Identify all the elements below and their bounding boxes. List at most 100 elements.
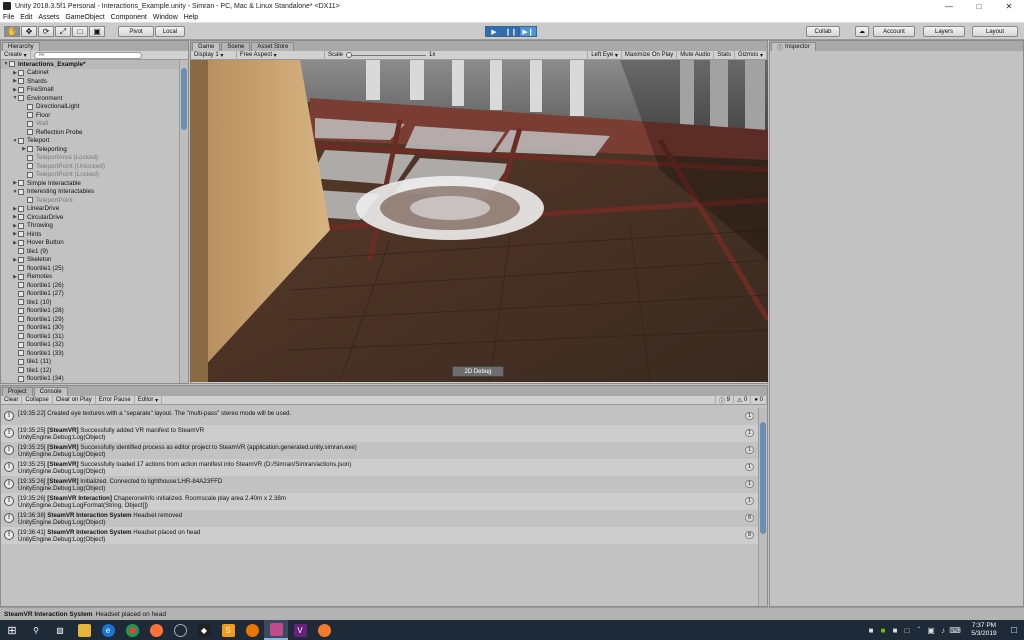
gizmos-dropdown[interactable]: Gizmos ▾ (735, 50, 767, 60)
search-icon[interactable]: ⚲ (24, 620, 48, 640)
console-scrollbar[interactable] (758, 408, 767, 606)
hierarchy-item[interactable]: TeleportArea (Locked) (1, 154, 179, 163)
unity-icon[interactable]: ◆ (192, 620, 216, 640)
hierarchy-item[interactable]: ▶ CircularDrive (1, 213, 179, 222)
tab-inspector[interactable]: ⓘ Inspector (771, 42, 816, 52)
rect-tool-icon[interactable]: □ (72, 26, 88, 37)
console-log-entry[interactable]: ! [19:35:22] Created eye textures with a … (1, 408, 758, 425)
unity-active-icon[interactable] (264, 620, 288, 640)
tray-display-icon[interactable]: ▣ (926, 620, 936, 640)
menu-component[interactable]: Component (111, 14, 147, 21)
visual-studio-icon[interactable]: V (288, 620, 312, 640)
minimize-icon[interactable]: — (934, 0, 964, 12)
error-pause-toggle[interactable]: Error Pause (96, 395, 135, 405)
hierarchy-item[interactable]: ▶ Throwing (1, 222, 179, 231)
clear-on-play-toggle[interactable]: Clear on Play (53, 395, 96, 405)
hierarchy-item[interactable]: ▶ FireSmall (1, 86, 179, 95)
firefox-icon[interactable] (144, 620, 168, 640)
menu-gameobject[interactable]: GameObject (65, 14, 104, 21)
hierarchy-item[interactable]: ▶ Hover Button (1, 239, 179, 248)
hierarchy-item[interactable]: Reflection Probe (1, 128, 179, 137)
file-explorer-icon[interactable] (72, 620, 96, 640)
mute-audio-toggle[interactable]: Mute Audio (677, 50, 715, 60)
console-log-entry[interactable]: ! [19:35:26] [SteamVR] Initialized. Conne… (1, 476, 758, 493)
hierarchy-item[interactable]: floortile1 (33) (1, 349, 179, 358)
hierarchy-item[interactable]: ▶ Shards (1, 77, 179, 86)
edge-icon[interactable]: e (96, 620, 120, 640)
hand-tool-icon[interactable]: ✋ (4, 26, 20, 37)
menu-file[interactable]: File (3, 14, 14, 21)
blender-icon[interactable] (312, 620, 336, 640)
display-dropdown[interactable]: Display 1 ▾ (191, 50, 237, 60)
rotate-tool-icon[interactable]: ⟳ (38, 26, 54, 37)
cloud-icon[interactable]: ☁ (855, 26, 869, 37)
hierarchy-scrollbar[interactable] (179, 60, 188, 383)
clock[interactable]: 7:37 PM 5/3/2019 (962, 622, 1006, 638)
close-icon[interactable]: ✕ (994, 0, 1024, 12)
hierarchy-item[interactable]: ▼ Environment (1, 94, 179, 103)
hierarchy-item[interactable]: ▶ LinearDrive (1, 205, 179, 214)
hierarchy-item[interactable]: tile1 (11) (1, 358, 179, 367)
menu-window[interactable]: Window (153, 14, 178, 21)
error-count-toggle[interactable]: ● 0 (751, 395, 767, 405)
chrome-icon[interactable] (120, 620, 144, 640)
hierarchy-item[interactable]: floortile1 (25) (1, 264, 179, 273)
info-count-toggle[interactable]: ⓘ 9 (714, 395, 734, 405)
hierarchy-item[interactable]: floortile1 (31) (1, 332, 179, 341)
sublime-icon[interactable]: S (216, 620, 240, 640)
task-view-icon[interactable]: ▧ (48, 620, 72, 640)
console-log-entry[interactable]: ! [19:35:25] [SteamVR] Successfully loade… (1, 459, 758, 476)
stats-toggle[interactable]: Stats (714, 50, 735, 60)
tray-vr-icon[interactable]: ■ (890, 620, 900, 640)
move-tool-icon[interactable]: ✥ (21, 26, 37, 37)
local-toggle-button[interactable]: Local (155, 26, 185, 37)
hierarchy-item[interactable]: floortile1 (26) (1, 281, 179, 290)
hierarchy-item[interactable]: ▶ Skeleton (1, 256, 179, 265)
hierarchy-item[interactable]: TeleportPoint (1, 196, 179, 205)
hierarchy-item[interactable]: TeleportPoint (Unlocked) (1, 162, 179, 171)
hierarchy-item[interactable]: Wall (1, 120, 179, 129)
create-dropdown[interactable]: Create ▾ (1, 50, 31, 60)
eye-dropdown[interactable]: Left Eye ▾ (587, 50, 622, 60)
scale-slider[interactable]: Scale 1x (325, 51, 585, 60)
2d-debug-button[interactable]: 2D Debug (452, 366, 504, 377)
chevron-up-icon[interactable]: ˆ (914, 620, 924, 640)
menu-edit[interactable]: Edit (20, 14, 32, 21)
blender-orange-icon[interactable] (240, 620, 264, 640)
game-viewport[interactable] (190, 60, 768, 382)
maximize-icon[interactable]: □ (964, 0, 994, 12)
pause-button[interactable]: ❙❙ (502, 26, 520, 37)
console-scroll-thumb[interactable] (760, 422, 766, 534)
hierarchy-item[interactable]: ▶ Cabinet (1, 69, 179, 78)
hierarchy-item[interactable]: Floor (1, 111, 179, 120)
aspect-dropdown[interactable]: Free Aspect ▾ (237, 50, 325, 60)
hierarchy-item[interactable]: floortile1 (28) (1, 307, 179, 316)
keyboard-icon[interactable]: ⌨ (949, 620, 961, 640)
console-log-entry[interactable]: ! [19:35:25] [SteamVR] Successfully added… (1, 425, 758, 442)
layout-dropdown[interactable]: Layout (972, 26, 1018, 37)
clear-button[interactable]: Clear (1, 395, 23, 405)
hierarchy-item[interactable]: tile1 (12) (1, 366, 179, 375)
tray-network-icon[interactable]: □ (902, 620, 912, 640)
step-button[interactable]: ▶❙ (519, 26, 537, 37)
hierarchy-item[interactable]: ▶ Hints (1, 230, 179, 239)
tray-nvidia-icon[interactable]: ■ (878, 620, 888, 640)
hierarchy-item[interactable]: ▼ Interesting Interactables (1, 188, 179, 197)
console-log-entry[interactable]: ! [19:35:26] [SteamVR Interaction] Chaper… (1, 493, 758, 510)
hierarchy-item[interactable]: tile1 (10) (1, 298, 179, 307)
hierarchy-item[interactable]: ▶ Remotes (1, 273, 179, 282)
steam-icon[interactable] (168, 620, 192, 640)
hierarchy-search-input[interactable] (33, 51, 142, 59)
warning-count-toggle[interactable]: ⚠ 0 (734, 395, 752, 405)
tray-app-icon[interactable]: ■ (866, 620, 876, 640)
pivot-toggle-button[interactable]: Pivot (118, 26, 154, 37)
scale-handle[interactable] (346, 51, 353, 58)
hierarchy-item[interactable]: tile1 (9) (1, 247, 179, 256)
editor-dropdown[interactable]: Editor ▾ (135, 395, 163, 405)
play-button[interactable]: ▶ (485, 26, 503, 37)
menu-help[interactable]: Help (184, 14, 198, 21)
hierarchy-scroll-thumb[interactable] (181, 68, 187, 130)
hierarchy-item[interactable]: floortile1 (27) (1, 290, 179, 299)
volume-icon[interactable]: ♪ (938, 620, 948, 640)
notification-icon[interactable]: ☐ (1006, 620, 1022, 640)
